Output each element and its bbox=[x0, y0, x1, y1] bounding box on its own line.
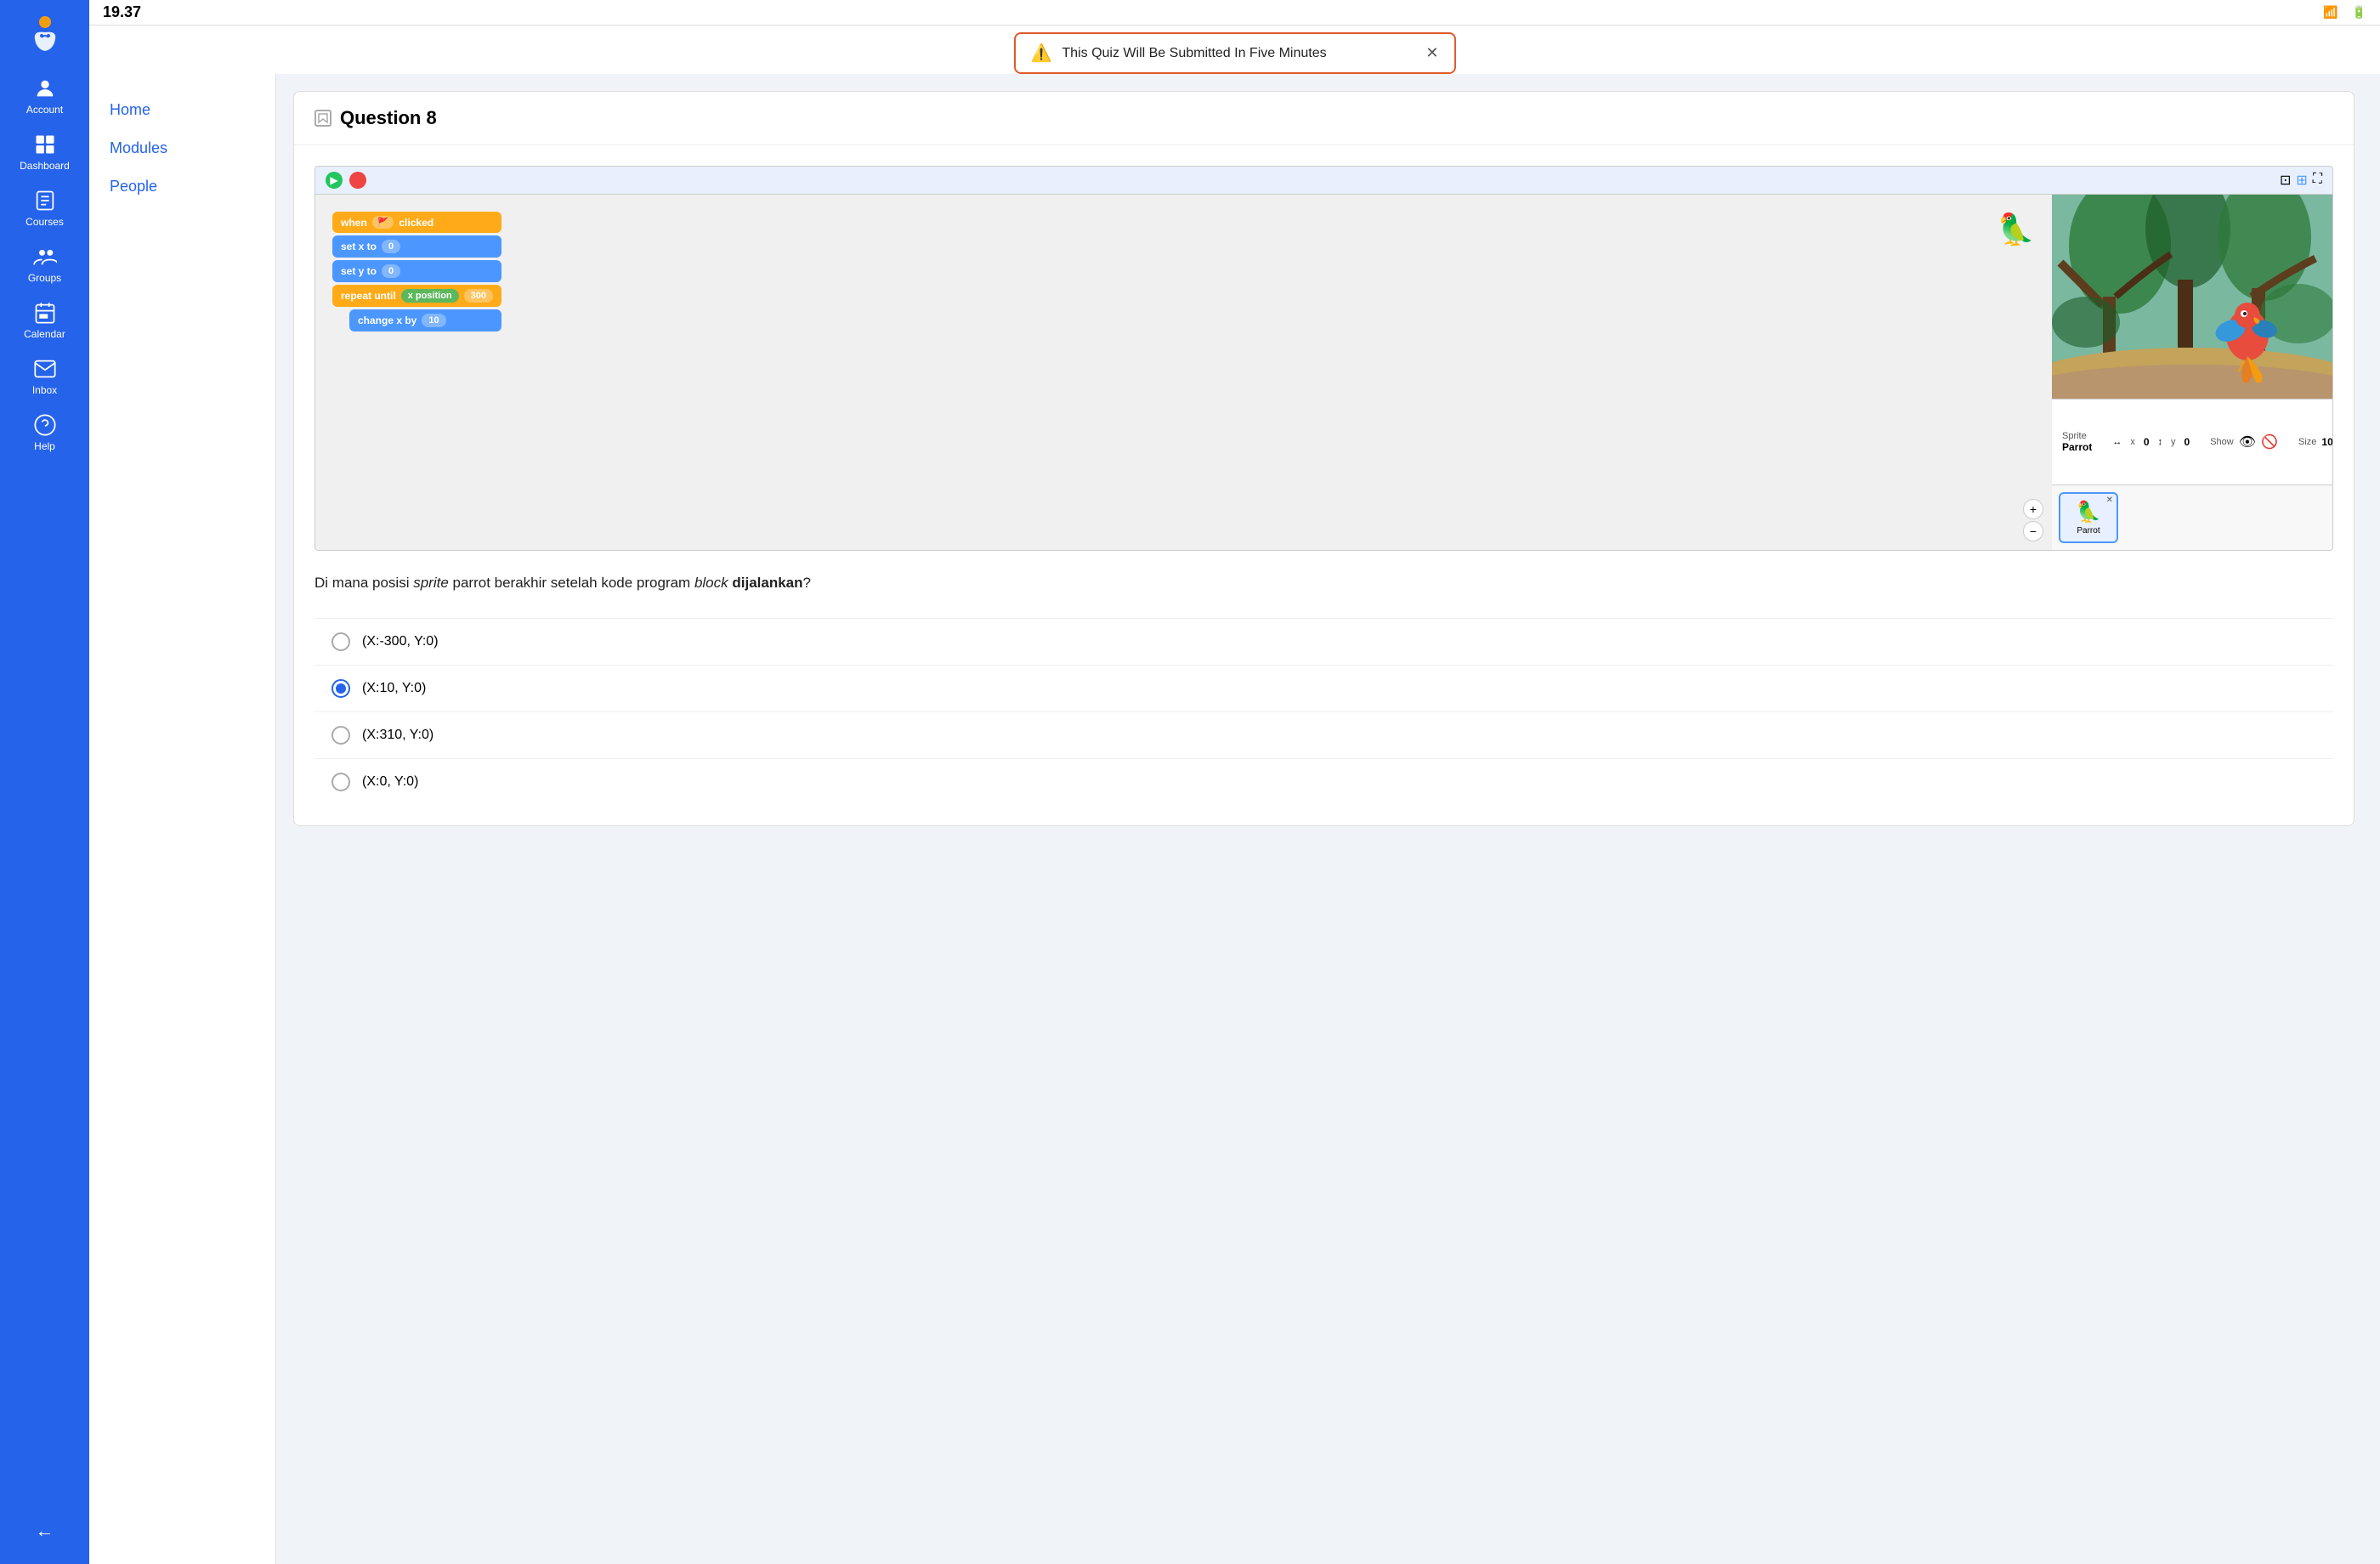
y-arrow-icon: ↕ bbox=[2158, 437, 2163, 447]
answer-text-a: (X:-300, Y:0) bbox=[362, 634, 439, 649]
show-label: Show bbox=[2210, 437, 2234, 447]
status-bar: 19.37 📶 🔋 bbox=[89, 0, 2380, 26]
sidebar-label-dashboard: Dashboard bbox=[20, 160, 70, 172]
block-set-y: set y to 0 bbox=[332, 260, 502, 282]
radio-a[interactable] bbox=[332, 632, 350, 651]
sidebar-label-account: Account bbox=[26, 104, 63, 116]
left-nav: Home Modules People bbox=[89, 74, 276, 1564]
radio-b[interactable] bbox=[332, 679, 350, 698]
x-arrow-icon: ↔ bbox=[2112, 437, 2122, 447]
wifi-icon: 📶 bbox=[2323, 5, 2338, 20]
question-text: Di mana posisi sprite parrot berakhir se… bbox=[314, 571, 2333, 594]
sidebar-label-inbox: Inbox bbox=[32, 384, 57, 396]
alert-banner: ⚠️ This Quiz Will Be Submitted In Five M… bbox=[89, 26, 2380, 74]
nav-item-home[interactable]: Home bbox=[89, 91, 275, 129]
scratch-main: 🦜 when 🚩 clicked set x to bbox=[315, 195, 2332, 550]
alert-box: ⚠️ This Quiz Will Be Submitted In Five M… bbox=[1014, 32, 1456, 74]
nav-item-modules[interactable]: Modules bbox=[89, 129, 275, 167]
zoom-out-button[interactable]: − bbox=[2023, 521, 2043, 541]
parrot-sprite-emoji: 🦜 bbox=[2076, 500, 2101, 524]
answer-option-a[interactable]: (X:-300, Y:0) bbox=[314, 618, 2333, 665]
sprite-x: 0 bbox=[2144, 436, 2150, 448]
sprite-info-panel: Sprite Parrot ↔ x 0 ↕ y bbox=[2062, 431, 2333, 453]
show-hidden-icon[interactable]: 🚫 bbox=[2261, 434, 2278, 450]
block-repeat-until: repeat until x position 300 bbox=[332, 285, 502, 307]
sidebar-label-groups: Groups bbox=[28, 272, 61, 284]
question-body: ▶ ⊡ ⊞ ⛶ bbox=[294, 145, 2354, 825]
time-display: 19.37 bbox=[103, 3, 141, 21]
block-change-x: change x by 10 bbox=[349, 309, 502, 332]
block-event: when 🚩 clicked bbox=[332, 212, 502, 233]
sprite-y: 0 bbox=[2184, 436, 2190, 448]
sprite-name-group: Sprite Parrot bbox=[2062, 431, 2092, 453]
question-header: Question 8 bbox=[294, 92, 2354, 145]
alert-warning-icon: ⚠️ bbox=[1031, 42, 1052, 64]
small-stage-icon[interactable]: ⊡ bbox=[2280, 172, 2291, 189]
alert-close-button[interactable]: ✕ bbox=[1425, 44, 1438, 62]
sprite-coords: ↔ x 0 ↕ y 0 bbox=[2112, 436, 2190, 448]
parrot-sprite-label: Parrot bbox=[2077, 526, 2100, 536]
back-button[interactable]: ← bbox=[22, 1506, 68, 1556]
scratch-stage-image bbox=[2052, 195, 2332, 399]
content-row: Home Modules People Question 8 bbox=[89, 74, 2380, 1564]
sidebar-item-inbox[interactable]: Inbox bbox=[0, 348, 89, 405]
sidebar: Account Dashboard Courses Groups Calenda… bbox=[0, 0, 89, 1564]
sidebar-label-courses: Courses bbox=[26, 216, 64, 228]
zoom-in-button[interactable]: + bbox=[2023, 499, 2043, 519]
nav-item-people[interactable]: People bbox=[89, 167, 275, 206]
sprite-show-group: Show 👁 🚫 bbox=[2210, 434, 2278, 450]
blocks-area: 🦜 when 🚩 clicked set x to bbox=[315, 195, 2052, 550]
answer-options: (X:-300, Y:0) (X:10, Y:0) (X:310, Y:0) bbox=[314, 618, 2333, 805]
main-area: 19.37 📶 🔋 ⚠️ This Quiz Will Be Submitted… bbox=[89, 0, 2380, 1564]
answer-text-b: (X:10, Y:0) bbox=[362, 681, 426, 696]
show-visible-icon[interactable]: 👁 bbox=[2239, 434, 2256, 450]
sidebar-label-help: Help bbox=[34, 440, 55, 452]
sprite-thumbnails: ✕ 🦜 Parrot bbox=[2052, 484, 2332, 550]
scratch-stage-area: Sprite Parrot ↔ x 0 ↕ y bbox=[2052, 195, 2332, 550]
sidebar-item-help[interactable]: Help bbox=[0, 405, 89, 461]
answer-text-d: (X:0, Y:0) bbox=[362, 774, 418, 790]
alert-text: This Quiz Will Be Submitted In Five Minu… bbox=[1062, 46, 1415, 61]
sprite-size-group: Size 100 bbox=[2298, 436, 2333, 448]
large-stage-icon[interactable]: ⊞ bbox=[2296, 172, 2307, 189]
block-set-x: set x to 0 bbox=[332, 235, 502, 258]
radio-d[interactable] bbox=[332, 773, 350, 791]
battery-icon: 🔋 bbox=[2352, 5, 2366, 20]
parrot-sprite-floating: 🦜 bbox=[1997, 212, 2035, 247]
fullscreen-icon[interactable]: ⛶ bbox=[2313, 172, 2322, 189]
radio-c[interactable] bbox=[332, 726, 350, 745]
scratch-sprite-bottom: Sprite Parrot ↔ x 0 ↕ y bbox=[2052, 399, 2332, 484]
question-title: Question 8 bbox=[340, 107, 437, 129]
scratch-toolbar: ▶ ⊡ ⊞ ⛶ bbox=[315, 167, 2332, 195]
green-flag-button[interactable]: ▶ bbox=[326, 172, 343, 189]
sidebar-item-account[interactable]: Account bbox=[0, 68, 89, 124]
sidebar-label-calendar: Calendar bbox=[24, 328, 65, 340]
answer-text-c: (X:310, Y:0) bbox=[362, 728, 434, 743]
question-card: Question 8 ▶ ⊡ ⊞ ⛶ bbox=[293, 91, 2354, 826]
sprite-size: 100 bbox=[2321, 436, 2333, 448]
sprite-label: Sprite bbox=[2062, 431, 2092, 441]
app-logo bbox=[20, 8, 71, 60]
answer-option-c[interactable]: (X:310, Y:0) bbox=[314, 711, 2333, 758]
size-label: Size bbox=[2298, 437, 2316, 447]
bookmark-icon[interactable] bbox=[314, 110, 332, 127]
answer-option-d[interactable]: (X:0, Y:0) bbox=[314, 758, 2333, 805]
question-area: Question 8 ▶ ⊡ ⊞ ⛶ bbox=[276, 74, 2380, 1564]
stop-button[interactable] bbox=[349, 172, 366, 189]
answer-option-b[interactable]: (X:10, Y:0) bbox=[314, 665, 2333, 711]
scratch-container: ▶ ⊡ ⊞ ⛶ bbox=[314, 166, 2333, 551]
stage-background-svg bbox=[2052, 195, 2332, 399]
sidebar-item-dashboard[interactable]: Dashboard bbox=[0, 124, 89, 180]
block-stack: when 🚩 clicked set x to 0 bbox=[332, 212, 502, 332]
sprite-name-value: Parrot bbox=[2062, 441, 2092, 453]
sidebar-item-calendar[interactable]: Calendar bbox=[0, 292, 89, 348]
sidebar-item-courses[interactable]: Courses bbox=[0, 180, 89, 236]
parrot-sprite-thumb[interactable]: ✕ 🦜 Parrot bbox=[2059, 492, 2118, 543]
zoom-controls: + − bbox=[2023, 499, 2043, 541]
toolbar-right-icons: ⊡ ⊞ ⛶ bbox=[2280, 172, 2322, 189]
sprite-delete-icon[interactable]: ✕ bbox=[2106, 496, 2113, 505]
sidebar-item-groups[interactable]: Groups bbox=[0, 236, 89, 292]
